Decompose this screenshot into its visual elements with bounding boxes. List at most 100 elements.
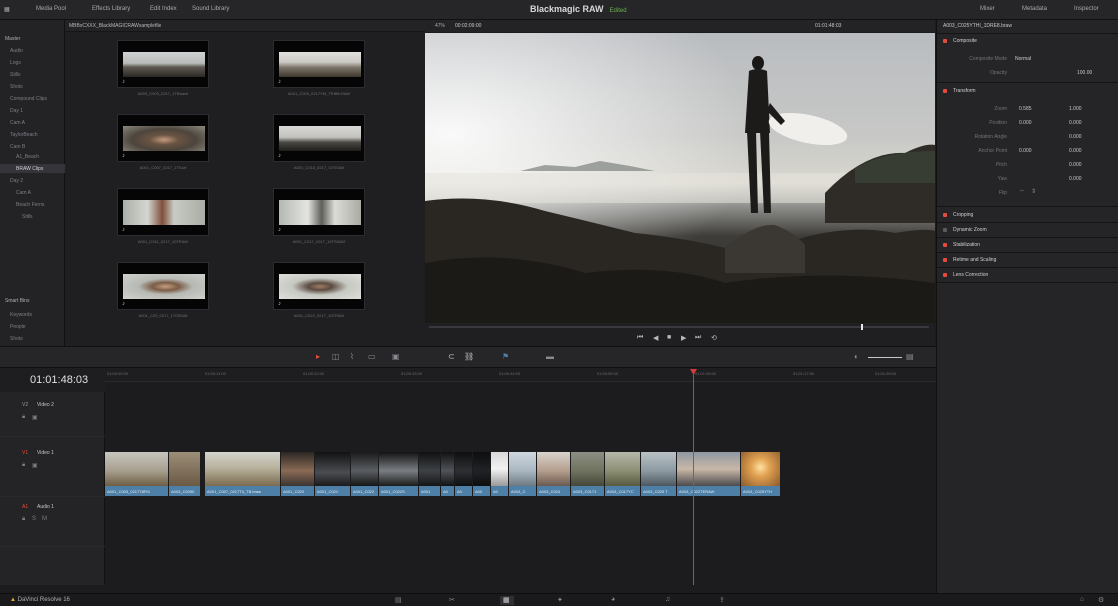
zoom-out-icon[interactable]: ◐ bbox=[854, 352, 859, 361]
jog-bar[interactable] bbox=[429, 326, 929, 328]
media-thumbnail[interactable]: ♪ bbox=[273, 188, 365, 236]
zoom-full-icon[interactable]: ▬ bbox=[546, 352, 554, 361]
inspector-button[interactable]: Inspector bbox=[1074, 6, 1099, 12]
stop-icon[interactable]: ■ bbox=[667, 334, 671, 341]
track-lock-icon[interactable]: 🔒︎ bbox=[22, 414, 25, 421]
smart-bin-people[interactable]: People bbox=[10, 324, 26, 330]
timeline-clip[interactable]: A003_C0050 bbox=[169, 452, 201, 496]
section-enabled-icon[interactable] bbox=[943, 242, 947, 247]
solo-icon[interactable]: S bbox=[32, 516, 36, 522]
track-visibility-icon[interactable]: ▣ bbox=[32, 462, 38, 469]
track-lock-icon[interactable]: 🔒︎ bbox=[22, 516, 25, 523]
insert-clip-icon[interactable]: ▭ bbox=[368, 352, 376, 361]
play-reverse-icon[interactable]: ◀ bbox=[653, 334, 658, 342]
bin-logs[interactable]: Logs bbox=[10, 60, 21, 66]
bin-shots[interactable]: Shots bbox=[10, 84, 23, 90]
trim-tool-icon[interactable]: ◫ bbox=[332, 352, 340, 361]
section-enabled-icon[interactable] bbox=[943, 272, 947, 277]
workspace-icon[interactable]: ▦ bbox=[4, 6, 10, 13]
edit-index-button[interactable]: Edit Index bbox=[150, 6, 177, 12]
timeline-clip[interactable]: A003_C025YTH bbox=[741, 452, 781, 496]
page-color-button[interactable]: ◕ bbox=[608, 596, 622, 605]
skip-forward-icon[interactable]: ⏭ bbox=[695, 334, 701, 342]
smart-bin-keywords[interactable]: Keywords bbox=[10, 312, 32, 318]
media-pool-button[interactable]: Media Pool bbox=[36, 6, 66, 12]
section-enabled-icon[interactable] bbox=[943, 212, 947, 217]
track-visibility-icon[interactable]: ▣ bbox=[32, 414, 38, 421]
section-transform[interactable]: Transform bbox=[943, 88, 976, 94]
bin-a1-beach[interactable]: A1_Beach bbox=[16, 154, 39, 160]
page-fusion-button[interactable]: ✦ bbox=[554, 596, 568, 605]
section-enabled-icon[interactable] bbox=[943, 227, 947, 232]
page-cut-button[interactable]: ✂ bbox=[446, 596, 460, 605]
timeline-clip[interactable]: A001_C022 bbox=[351, 452, 379, 496]
timeline-clip[interactable]: A0 bbox=[455, 452, 473, 496]
settings-gear-icon[interactable]: ⚙ bbox=[1098, 596, 1104, 604]
timeline-clip[interactable]: A003_C022TERAW bbox=[677, 452, 741, 496]
track-name-a1[interactable]: Audio 1 bbox=[37, 504, 54, 510]
timeline-clip[interactable]: A0 bbox=[491, 452, 509, 496]
position-x-value[interactable]: 0.000 bbox=[1019, 120, 1032, 126]
track-name-v2[interactable]: Video 2 bbox=[37, 402, 54, 408]
bin-cam-a[interactable]: Cam A bbox=[10, 120, 25, 126]
timeline-clip[interactable]: A003_C017YC bbox=[605, 452, 641, 496]
smart-bin-shots[interactable]: Shots bbox=[10, 336, 23, 342]
sound-library-button[interactable]: Sound Library bbox=[192, 6, 229, 12]
timeline-clip[interactable]: A003_C0171 bbox=[571, 452, 605, 496]
section-lens-correction[interactable]: Lens Correction bbox=[943, 272, 988, 278]
bin-cam-b[interactable]: Cam B bbox=[10, 144, 25, 150]
anchor-x-value[interactable]: 0.000 bbox=[1019, 148, 1032, 154]
bin-day-1[interactable]: Day 1 bbox=[10, 108, 23, 114]
bin-master[interactable]: Master bbox=[5, 36, 20, 42]
media-thumbnail[interactable]: ♪ bbox=[273, 262, 365, 310]
media-thumbnail[interactable]: ♪ bbox=[117, 188, 209, 236]
bin-beach-ferns[interactable]: Beach Ferns bbox=[16, 202, 44, 208]
loop-icon[interactable]: ⟲ bbox=[711, 334, 717, 342]
page-deliver-button[interactable]: ⇪ bbox=[716, 596, 730, 605]
rotation-value[interactable]: 0.000 bbox=[1069, 134, 1082, 140]
section-stabilization[interactable]: Stabilization bbox=[943, 242, 980, 248]
timeline-tracks[interactable]: A001_C003_0217T8Ft3 A003_C0050 A001_C007… bbox=[105, 382, 936, 585]
zoom-level[interactable]: 47% bbox=[435, 23, 445, 29]
opacity-value[interactable]: 100.00 bbox=[1077, 70, 1092, 76]
mixer-button[interactable]: Mixer bbox=[980, 6, 995, 12]
section-enabled-icon[interactable] bbox=[943, 257, 947, 262]
bin-braw-clips[interactable]: BRAW Clips bbox=[16, 166, 43, 172]
media-thumbnail[interactable]: ♪ bbox=[273, 40, 365, 88]
section-retime-scaling[interactable]: Retime and Scaling bbox=[943, 257, 996, 263]
section-enabled-icon[interactable] bbox=[943, 88, 947, 93]
page-edit-button[interactable]: ▦ bbox=[500, 596, 514, 605]
timeline-clip[interactable]: A003_C bbox=[509, 452, 537, 496]
track-code-a1[interactable]: A1 bbox=[22, 504, 28, 510]
yaw-value[interactable]: 0.000 bbox=[1069, 176, 1082, 182]
timeline-clip[interactable]: A001_C007_0217T4_TB.braw bbox=[205, 452, 281, 496]
link-icon[interactable]: ⛓ bbox=[464, 352, 474, 361]
media-thumbnail[interactable]: ♪ bbox=[117, 262, 209, 310]
pitch-value[interactable]: 0.000 bbox=[1069, 162, 1082, 168]
bin-audio[interactable]: Audio bbox=[10, 48, 23, 54]
section-dynamic-zoom[interactable]: Dynamic Zoom bbox=[943, 227, 987, 233]
timeline-clip[interactable]: A001_C020 bbox=[281, 452, 315, 496]
page-fairlight-button[interactable]: ♫ bbox=[662, 596, 676, 605]
track-name-v1[interactable]: Video 1 bbox=[37, 450, 54, 456]
timeline-clip[interactable]: A003_C024 bbox=[537, 452, 571, 496]
bin-stills[interactable]: Stills bbox=[10, 72, 21, 78]
flip-vertical-icon[interactable]: ⇕ bbox=[1031, 188, 1036, 195]
bin-cam-a-2[interactable]: Cam A bbox=[16, 190, 31, 196]
zoom-in-icon[interactable]: ▤ bbox=[906, 352, 914, 361]
play-icon[interactable]: ▶ bbox=[681, 334, 686, 342]
flag-icon[interactable]: ⚑ bbox=[502, 352, 509, 361]
snapping-icon[interactable]: ⊂ bbox=[448, 352, 455, 361]
zoom-y-value[interactable]: 1.000 bbox=[1069, 106, 1082, 112]
section-enabled-icon[interactable] bbox=[943, 38, 947, 43]
media-thumbnail[interactable]: ♪ bbox=[273, 114, 365, 162]
bin-taylor-beach[interactable]: TaylorBeach bbox=[10, 132, 38, 138]
timeline-ruler[interactable]: 01:00:00:00 01:00:11:00 01:00:22:00 01:0… bbox=[105, 368, 936, 382]
flip-horizontal-icon[interactable]: ⇔ bbox=[1019, 188, 1025, 194]
zoom-slider[interactable] bbox=[868, 357, 902, 358]
metadata-button[interactable]: Metadata bbox=[1022, 6, 1047, 12]
selection-tool-icon[interactable]: ▸ bbox=[316, 352, 320, 361]
effects-library-button[interactable]: Effects Library bbox=[92, 6, 130, 12]
timeline-clip[interactable]: A003_C025 T bbox=[641, 452, 677, 496]
zoom-x-value[interactable]: 0.585 bbox=[1019, 106, 1032, 112]
